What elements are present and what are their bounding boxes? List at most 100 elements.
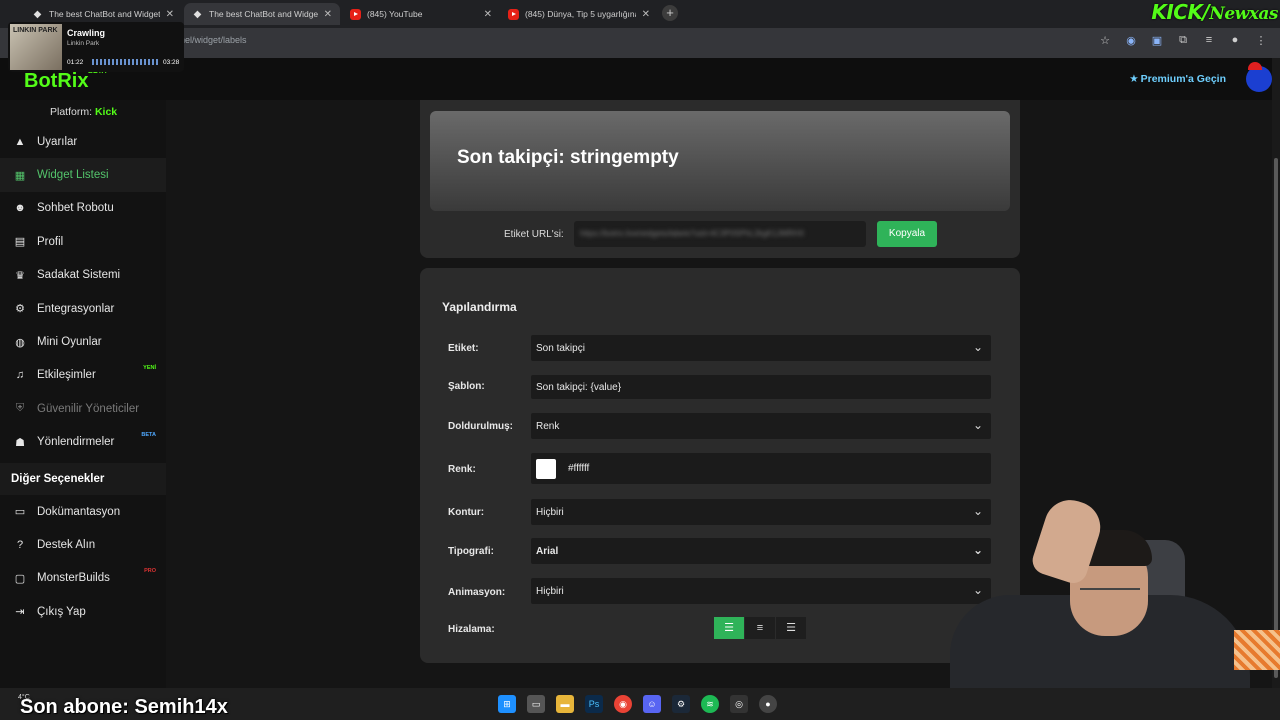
translate-icon[interactable]: ▣ — [1150, 34, 1164, 47]
label-preview: Son takipçi: stringempty — [430, 111, 1010, 211]
windows-start-icon[interactable]: ⊞ — [498, 695, 516, 713]
total-time: 03:28 — [163, 59, 180, 66]
renk-label: Renk: — [448, 464, 476, 475]
preview-text: Son takipçi: stringempty — [457, 147, 679, 168]
sidebar-item-label: Etkileşimler — [37, 369, 96, 382]
youtube-icon — [508, 8, 519, 20]
platform-indicator: Platform: Kick — [50, 106, 117, 118]
youtube-icon — [350, 8, 361, 20]
sidebar-item-logout[interactable]: ⇥ Çıkış Yap — [0, 595, 166, 628]
browser-tab-3[interactable]: (845) YouTube ✕ — [342, 3, 500, 25]
new-badge: YENİ — [143, 364, 156, 371]
platform-value: Kick — [94, 106, 118, 118]
star-icon: ★ — [1129, 73, 1139, 85]
chrome-icon[interactable]: ◉ — [614, 695, 632, 713]
sidebar-item-label: Widget Listesi — [37, 169, 109, 182]
robot-icon: ☻ — [14, 202, 26, 215]
file-explorer-icon[interactable]: ▬ — [556, 695, 574, 713]
sidebar-item-documentation[interactable]: ▭ Dokümantasyon — [0, 495, 166, 528]
configuration-card: Yapılandırma Etiket: Son takipçi ⌄ Şablon… — [420, 268, 1020, 663]
sidebar-item-mini-games[interactable]: ◍ Mini Oyunlar — [0, 325, 166, 358]
sidebar-item-label: MonsterBuilds — [37, 572, 110, 585]
renk-input[interactable]: #ffffff — [531, 453, 991, 484]
sablon-input[interactable]: Son takipçi: {value} — [531, 375, 991, 399]
sidebar-item-label: Destek Alın — [37, 538, 96, 551]
tab-title: (845) Dünya, Tip 5 uygarlığına ulaş — [525, 9, 636, 19]
animasyon-select[interactable]: Hiçbiri ⌄ — [531, 578, 991, 604]
botrix-icon: ◆ — [193, 8, 202, 20]
browser-tab-2[interactable]: ◆ The best ChatBot and Widgets ✕ — [184, 3, 340, 25]
color-swatch[interactable] — [536, 458, 556, 479]
platform-label: Platform: — [50, 106, 93, 118]
logout-icon: ⇥ — [15, 606, 25, 619]
extensions-icon[interactable]: ⧉ — [1176, 34, 1190, 47]
sidebar-item-support[interactable]: ? Destek Alın — [0, 528, 166, 561]
sidebar-item-loyalty[interactable]: ♛ Sadakat Sistemi — [0, 259, 166, 292]
close-icon[interactable]: ✕ — [642, 9, 650, 20]
url-field[interactable]: nel/widget/labels — [180, 35, 247, 45]
sidebar-item-label: Yönlendirmeler — [37, 436, 115, 449]
waveform — [92, 59, 160, 65]
sidebar-item-monsterbuilds[interactable]: ▢ MonsterBuilds PRO — [0, 562, 166, 595]
sidebar-item-label: Entegrasyonlar — [37, 302, 115, 315]
sidebar-item-widget-list[interactable]: ▦ Widget Listesi — [0, 158, 166, 192]
tipografi-label: Tipografi: — [448, 546, 494, 557]
etiket-value: Son takipçi — [536, 342, 585, 354]
menu-icon[interactable]: ⋮ — [1254, 34, 1268, 47]
task-view-icon[interactable]: ▭ — [527, 695, 545, 713]
close-icon[interactable]: ✕ — [324, 9, 332, 20]
close-icon[interactable]: ✕ — [484, 9, 492, 20]
label-url-field[interactable]: https://botrix.live/widgets/labels?uid=4… — [574, 221, 866, 247]
address-bar: nel/widget/labels ☆ ◉ ▣ ⧉ ≡ ● ⋮ — [0, 28, 1280, 58]
tipografi-select[interactable]: Arial ⌄ — [531, 538, 991, 564]
pro-badge: PRO — [144, 567, 156, 574]
browser-tab-4[interactable]: (845) Dünya, Tip 5 uygarlığına ulaş ✕ — [500, 3, 658, 25]
etiket-select[interactable]: Son takipçi ⌄ — [531, 335, 991, 361]
sidebar-item-label: Sadakat Sistemi — [37, 269, 121, 282]
botrix-logo[interactable]: BotRix — [24, 70, 88, 93]
glasses — [1080, 588, 1140, 600]
copy-button[interactable]: Kopyala — [877, 221, 937, 247]
wifi-icon[interactable]: ◉ — [1124, 34, 1138, 47]
spotify-icon[interactable]: ≋ — [701, 695, 719, 713]
sidebar-item-chatbot[interactable]: ☻ Sohbet Robotu — [0, 192, 166, 225]
doldurulmus-select[interactable]: Renk ⌄ — [531, 413, 991, 439]
kick-logo-text: KICK/ — [1151, 0, 1210, 24]
sidebar-item-trusted-moderators[interactable]: ⛨ Güvenilir Yöneticiler — [0, 392, 166, 425]
bookmark-star-icon[interactable]: ☆ — [1098, 34, 1112, 47]
kontur-label: Kontur: — [448, 507, 485, 518]
premium-link[interactable]: ★ Premium'a Geçin — [1129, 73, 1226, 85]
photoshop-icon[interactable]: Ps — [585, 695, 603, 713]
sidebar-item-integrations[interactable]: ⚙ Entegrasyonlar — [0, 292, 166, 325]
newxas-text: Newxas — [1209, 4, 1278, 24]
app-header: BotRix BETA ★Premium'a Geçin — [0, 58, 1280, 100]
chevron-down-icon: ⌄ — [972, 340, 983, 354]
background-decor — [1234, 630, 1280, 670]
laptop-icon: ▢ — [14, 572, 26, 585]
recording-icon[interactable]: ● — [759, 695, 777, 713]
sidebar-item-profile[interactable]: ▤ Profil — [0, 225, 166, 258]
reading-list-icon[interactable]: ≡ — [1202, 34, 1216, 47]
warning-icon: ▲ — [14, 135, 26, 148]
question-icon: ? — [16, 538, 24, 551]
animasyon-value: Hiçbiri — [536, 585, 564, 597]
trophy-icon: ♛ — [15, 269, 25, 282]
discord-icon[interactable]: ☺ — [643, 695, 661, 713]
avatar[interactable] — [1246, 62, 1272, 92]
steam-icon[interactable]: ⚙ — [672, 695, 690, 713]
sidebar-item-label: Güvenilir Yöneticiler — [37, 402, 140, 415]
align-right-button[interactable]: ☰ — [776, 617, 807, 639]
sidebar-item-interactions[interactable]: ♫ Etkileşimler YENİ — [0, 359, 166, 392]
sidebar-item-alerts[interactable]: ▲ Uyarılar — [0, 125, 166, 158]
profile-icon[interactable]: ● — [1228, 34, 1242, 47]
align-left-button[interactable]: ☰ — [714, 617, 745, 639]
kontur-select[interactable]: Hiçbiri ⌄ — [531, 499, 991, 525]
align-center-button[interactable]: ≡ — [745, 617, 776, 639]
tipografi-value: Arial — [536, 545, 559, 557]
scroll-icon: ▭ — [14, 506, 26, 519]
new-tab-button[interactable]: + — [662, 5, 678, 21]
close-icon[interactable]: ✕ — [166, 9, 174, 20]
obs-icon[interactable]: ◎ — [730, 695, 748, 713]
sidebar-item-redirects[interactable]: ☗ Yönlendirmeler BETA — [0, 426, 166, 459]
sidebar-item-label: Mini Oyunlar — [37, 336, 102, 349]
